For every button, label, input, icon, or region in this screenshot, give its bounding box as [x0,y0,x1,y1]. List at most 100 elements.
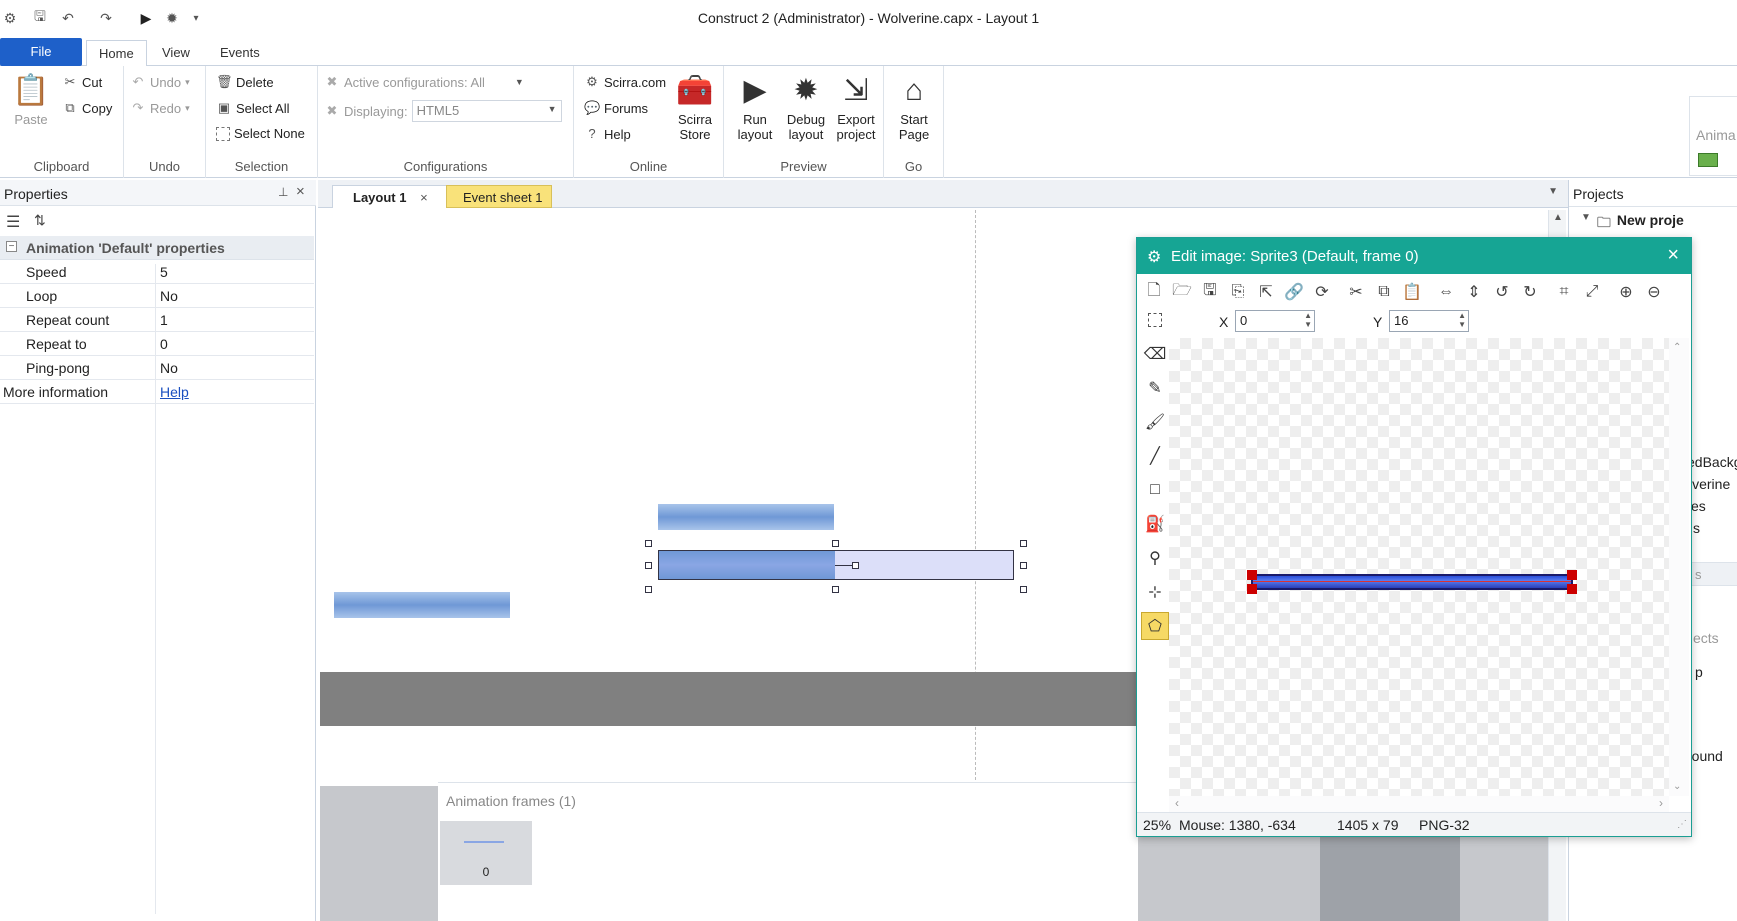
tab-event-sheet-1[interactable]: Event sheet 1 [446,185,552,208]
cut-button[interactable]: ✂ Cut [62,74,103,90]
debug-layout-button[interactable]: ✹ Debug layout [782,70,830,142]
property-section[interactable]: − Animation 'Default' properties [0,236,314,260]
resize-handle[interactable] [1020,586,1027,593]
property-row-repeat-to[interactable]: Repeat to 0 [0,332,314,356]
tab-layout-1[interactable]: Layout 1 × [332,185,458,208]
crop-icon[interactable]: ⌗ [1551,280,1577,304]
selected-sprite[interactable] [658,550,1014,580]
rotate-ccw-icon[interactable]: ↺ [1489,280,1515,304]
tab-view[interactable]: View [150,40,202,66]
paste-icon[interactable]: 📋 [1399,280,1425,304]
pin-icon[interactable]: ⊥ [278,185,288,199]
close-tab-icon[interactable]: × [420,190,428,205]
resize-handle[interactable] [645,586,652,593]
editor-vertical-scrollbar[interactable]: ⌃ ⌄ [1669,338,1689,796]
forums-link[interactable]: 💬 Forums [584,100,648,116]
project-item[interactable]: es [1691,498,1706,514]
export-project-button[interactable]: ⇲ Export project [832,70,880,142]
resize-grip-icon[interactable]: ⋰ [1677,819,1687,830]
delete-button[interactable]: 🗑 Delete [216,74,274,90]
stepper-icon[interactable]: ▲ ▼ [1458,311,1466,329]
panel-tab[interactable]: s [1689,562,1737,586]
property-value[interactable]: 1 [160,312,168,328]
resize-handle[interactable] [645,562,652,569]
new-icon[interactable]: 🗋 [1141,280,1167,304]
scroll-right-icon[interactable]: › [1659,796,1663,810]
image-point-handle[interactable] [852,562,859,569]
collision-polygon-icon[interactable]: ⬠ [1141,612,1169,640]
eraser-icon[interactable]: ⌫ [1141,340,1169,368]
export-icon[interactable]: ⇱ [1253,280,1279,304]
animation-thumbnail[interactable] [1698,153,1718,167]
platform-sprite[interactable] [658,504,834,530]
help-link[interactable]: Help [160,384,189,400]
collapse-icon[interactable]: − [6,241,17,252]
project-root[interactable]: ▼ 🗀 New proje [1581,212,1684,236]
mirror-icon[interactable]: ⇔ [1433,280,1459,304]
categorized-icon[interactable]: ☰ [6,212,20,232]
close-icon[interactable]: × [1667,244,1679,267]
run-layout-button[interactable]: ▶ Run layout [732,70,778,142]
tab-file[interactable]: File [0,38,82,66]
redo-button[interactable]: ↷ Redo ▾ [130,100,190,116]
save-icon[interactable]: 🖫 [1197,280,1223,304]
resize-handle[interactable] [832,540,839,547]
fill-bucket-icon[interactable]: ⛽ [1141,510,1169,538]
property-value[interactable]: No [160,288,178,304]
brush-icon[interactable]: 🖌 [1141,408,1169,436]
color-picker-icon[interactable]: ⚲ [1141,544,1169,572]
save-as-icon[interactable]: ⎘ [1225,280,1251,304]
polygon-point[interactable] [1247,570,1257,580]
polygon-point[interactable] [1247,584,1257,594]
paste-button[interactable]: 📋 Paste [6,70,56,127]
object-item[interactable]: p [1695,664,1703,680]
y-input[interactable]: 16 ▲ ▼ [1389,310,1469,332]
displaying-select[interactable]: HTML5 ▼ [411,100,562,122]
line-icon[interactable]: ╱ [1141,442,1169,470]
zoom-out-icon[interactable]: ⊖ [1641,280,1667,304]
resize-handle[interactable] [645,540,652,547]
scroll-left-icon[interactable]: ‹ [1175,796,1179,810]
link-icon[interactable]: 🔗 [1281,280,1307,304]
rectangle-icon[interactable]: □ [1141,476,1169,504]
polygon-point[interactable] [1567,570,1577,580]
stepper-icon[interactable]: ▲ ▼ [1304,311,1312,329]
rectangle-select-icon[interactable] [1141,306,1169,334]
editor-horizontal-scrollbar[interactable]: ‹ › [1169,796,1669,812]
start-page-button[interactable]: ⌂ Start Page [890,70,938,142]
property-row-loop[interactable]: Loop No [0,284,314,308]
polygon-point[interactable] [1567,584,1577,594]
select-all-button[interactable]: ▣ Select All [216,100,290,116]
property-value[interactable]: 5 [160,264,168,280]
resize-handle[interactable] [1020,562,1027,569]
object-item[interactable]: round [1687,748,1723,764]
scirra-link[interactable]: ⚙ Scirra.com [584,74,666,90]
scroll-up-icon[interactable]: ▲ [1553,212,1563,223]
pencil-icon[interactable]: ✎ [1141,374,1169,402]
close-icon[interactable]: × [296,183,305,200]
project-item[interactable]: edBackg [1687,454,1737,470]
platform-sprite[interactable] [334,592,510,618]
property-value[interactable]: No [160,360,178,376]
resize-handle[interactable] [1020,540,1027,547]
rotate-cw-icon[interactable]: ↻ [1517,280,1543,304]
property-value[interactable]: 0 [160,336,168,352]
frame-thumbnail[interactable]: 0 [440,821,532,885]
flip-icon[interactable]: ⇕ [1461,280,1487,304]
undo-button[interactable]: ↶ Undo ▾ [130,74,190,90]
scirra-store-button[interactable]: 🧰 Scirra Store [672,70,718,142]
copy-icon[interactable]: ⧉ [1371,280,1397,304]
project-item[interactable]: s [1693,520,1700,536]
open-folder-icon[interactable]: 🗁 [1169,280,1195,304]
copy-button[interactable]: ⧉ Copy [62,100,112,116]
scroll-down-icon[interactable]: ⌄ [1673,781,1681,792]
origin-point-icon[interactable]: ⊹ [1141,578,1169,606]
tab-home[interactable]: Home [86,40,147,68]
property-row-ping-pong[interactable]: Ping-pong No [0,356,314,380]
resize-icon[interactable]: ⤢ [1579,280,1605,304]
help-link[interactable]: ? Help [584,126,630,142]
active-configurations-dropdown[interactable]: ✖ Active configurations: All ▼ [324,74,524,90]
zoom-in-icon[interactable]: ⊕ [1613,280,1639,304]
cut-icon[interactable]: ✂ [1343,280,1369,304]
property-row-speed[interactable]: Speed 5 [0,260,314,284]
